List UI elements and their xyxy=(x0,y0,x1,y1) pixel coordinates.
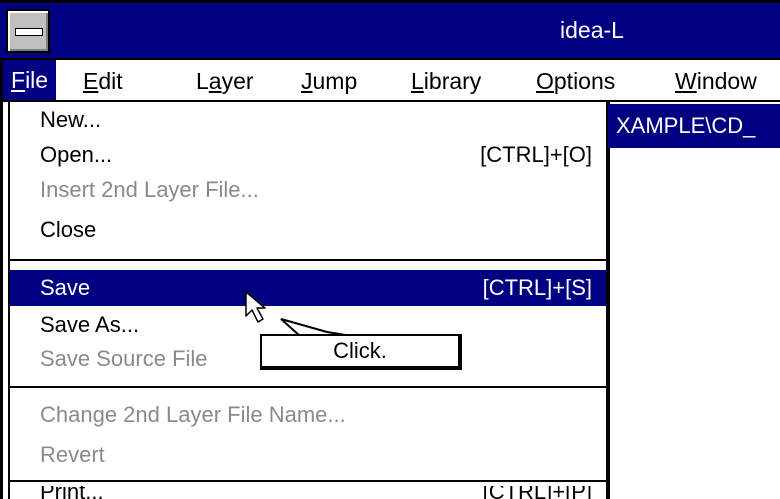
mouse-cursor-icon xyxy=(245,291,266,323)
